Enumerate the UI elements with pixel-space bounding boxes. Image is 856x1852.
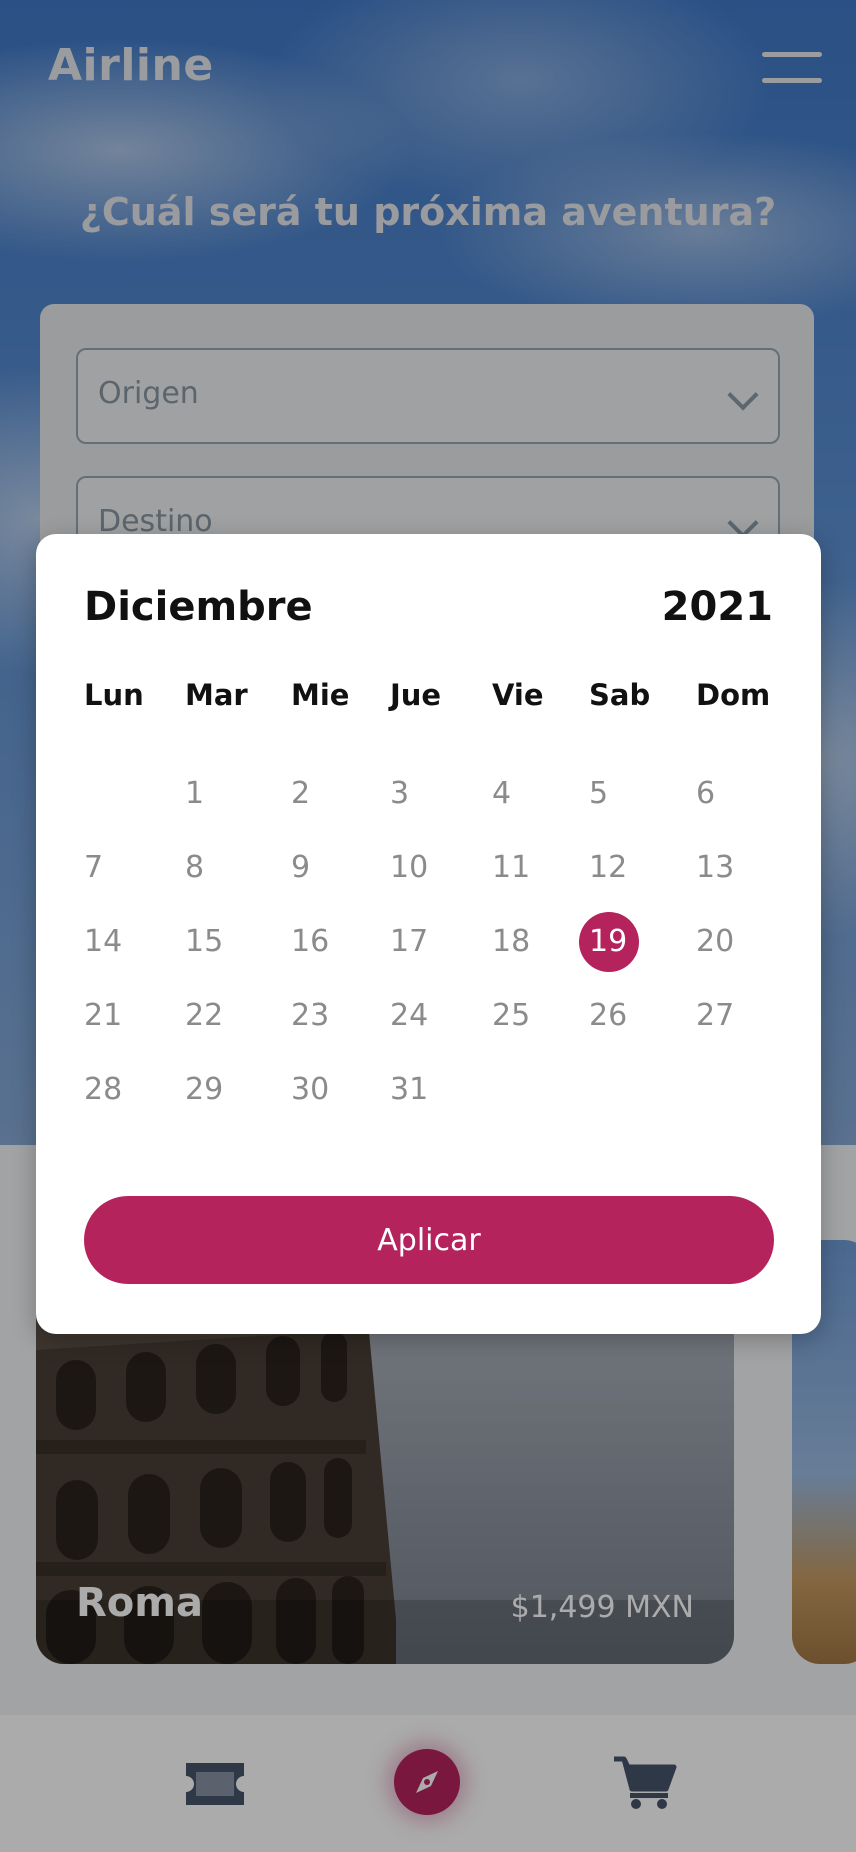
calendar-day[interactable]: 21 <box>84 996 182 1056</box>
calendar-day[interactable]: 3 <box>390 774 488 834</box>
calendar-day[interactable]: 25 <box>492 996 590 1056</box>
selected-day-number: 19 <box>589 924 628 959</box>
calendar-day[interactable]: 24 <box>390 996 488 1056</box>
weekday-label: Dom <box>696 678 771 712</box>
calendar-day[interactable]: 5 <box>589 774 687 834</box>
weekday-label: Lun <box>84 678 144 712</box>
calendar-week: 7 8 9 10 11 12 13 <box>84 848 773 908</box>
calendar-day[interactable]: 31 <box>390 1070 488 1130</box>
calendar-day[interactable]: 10 <box>390 848 488 908</box>
weekday-label: Mar <box>185 678 248 712</box>
calendar-week: 28 29 30 31 <box>84 1070 773 1130</box>
calendar-week: 21 22 23 24 25 26 27 <box>84 996 773 1056</box>
calendar-weekday-header: Lun Mar Mie Jue Vie Sab Dom <box>84 678 773 738</box>
calendar-day-selected[interactable]: 19 <box>579 912 687 982</box>
calendar-year[interactable]: 2021 <box>662 584 773 630</box>
weekday-label: Mie <box>291 678 350 712</box>
calendar-day[interactable]: 4 <box>492 774 590 834</box>
calendar-day[interactable]: 23 <box>291 996 389 1056</box>
calendar-day[interactable]: 7 <box>84 848 182 908</box>
calendar-day[interactable]: 29 <box>185 1070 283 1130</box>
calendar-day[interactable]: 26 <box>589 996 687 1056</box>
weekday-label: Jue <box>390 678 442 712</box>
calendar-day[interactable]: 28 <box>84 1070 182 1130</box>
calendar-month[interactable]: Diciembre <box>84 584 313 630</box>
weekday-label: Vie <box>492 678 544 712</box>
apply-button[interactable]: Aplicar <box>84 1196 774 1284</box>
calendar-day[interactable]: 9 <box>291 848 389 908</box>
calendar-week: 14 15 16 17 18 19 20 <box>84 912 773 982</box>
calendar-day[interactable]: 17 <box>390 922 488 982</box>
calendar-day[interactable]: 27 <box>696 996 794 1056</box>
calendar-day[interactable]: 14 <box>84 922 182 982</box>
calendar-day[interactable]: 11 <box>492 848 590 908</box>
calendar-day[interactable]: 6 <box>696 774 794 834</box>
calendar-day[interactable]: 13 <box>696 848 794 908</box>
calendar-day[interactable]: 18 <box>492 922 590 982</box>
calendar-day[interactable]: 12 <box>589 848 687 908</box>
calendar-day[interactable]: 16 <box>291 922 389 982</box>
calendar-day[interactable]: 20 <box>696 922 794 982</box>
calendar-day[interactable]: 22 <box>185 996 283 1056</box>
calendar-day[interactable]: 15 <box>185 922 283 982</box>
calendar-week: 1 2 3 4 5 6 <box>84 774 773 834</box>
weekday-label: Sab <box>589 678 651 712</box>
calendar-day[interactable]: 8 <box>185 848 283 908</box>
calendar-day[interactable]: 1 <box>185 774 283 834</box>
calendar-day[interactable]: 2 <box>291 774 389 834</box>
calendar-day[interactable]: 30 <box>291 1070 389 1130</box>
calendar-modal: Diciembre 2021 Lun Mar Mie Jue Vie Sab D… <box>36 534 821 1334</box>
